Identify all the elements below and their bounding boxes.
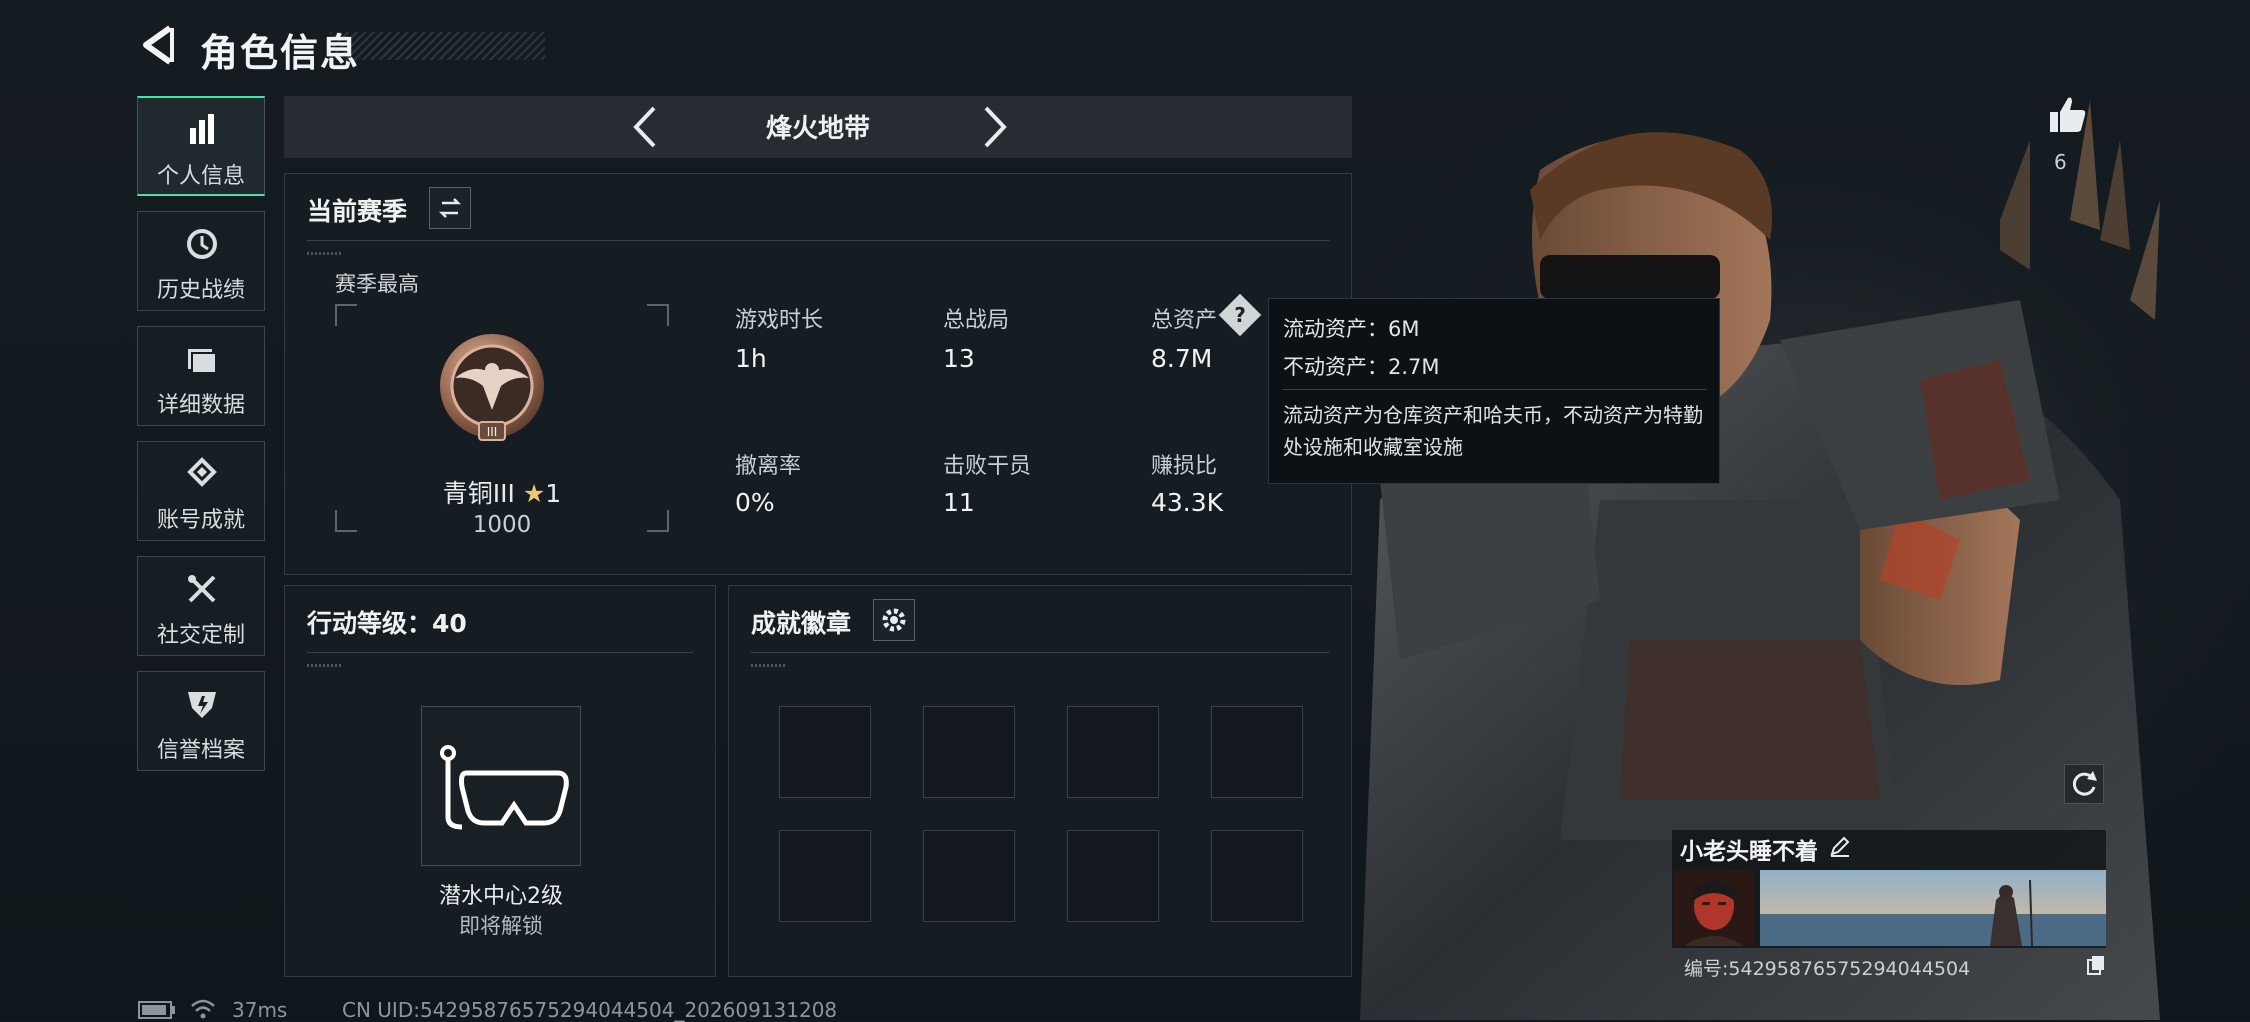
stat-value: 13	[943, 344, 975, 373]
mode-selector: 烽火地带	[284, 96, 1352, 158]
divider	[307, 652, 693, 653]
sidebar-item-reputation[interactable]: 信誉档案	[137, 671, 265, 771]
badge-slot[interactable]	[779, 830, 871, 922]
stat-label: 总战局	[943, 308, 1010, 333]
assets-tooltip: 流动资产：6M 不动资产：2.7M 流动资产为仓库资产和哈夫币，不动资产为特勤处…	[1268, 298, 1720, 484]
title-decoration	[330, 32, 545, 60]
nickname: 小老头睡不着	[1680, 839, 1818, 865]
history-clock-icon	[187, 229, 217, 259]
stat-value: 43.3K	[1151, 488, 1224, 517]
divider-dash	[751, 664, 787, 667]
help-icon-mark: ?	[1234, 303, 1246, 327]
badges-title: 成就徽章	[751, 609, 852, 638]
stat-label: 总资产	[1151, 308, 1218, 333]
stat-value: 1h	[735, 344, 767, 373]
svg-text:III: III	[487, 425, 498, 439]
battery-icon	[138, 1001, 175, 1019]
rank-stars: 1	[545, 479, 562, 508]
gear-icon	[882, 608, 906, 632]
thumbs-up-icon[interactable]	[2046, 92, 2090, 136]
stat-label: 撤离率	[735, 454, 802, 479]
season-title: 当前赛季	[307, 197, 408, 226]
badge-slot[interactable]	[923, 830, 1015, 922]
wifi-icon	[191, 999, 215, 1019]
swap-icon	[438, 198, 462, 218]
tools-icon	[188, 575, 216, 603]
profile-card: 小老头睡不着 编号:542958765752940445​04	[1672, 830, 2106, 980]
rank-points: 1000	[472, 512, 532, 538]
badge-slot[interactable]	[1211, 830, 1303, 922]
chevron-right-icon[interactable]	[972, 104, 1016, 150]
stat-label: 赚损比	[1151, 454, 1218, 479]
sidebar-item-social[interactable]: 社交定制	[137, 556, 265, 656]
sidebar-item-label: 历史战绩	[156, 278, 245, 303]
rank-name: 青铜III	[442, 479, 515, 508]
stat-label: 击败干员	[943, 454, 1032, 479]
sidebar-item-history[interactable]: 历史战绩	[137, 211, 265, 311]
divider	[307, 240, 1329, 241]
sidebar-item-label: 账号成就	[156, 508, 245, 533]
star-icon: ★	[522, 479, 546, 508]
badge-settings-button[interactable]	[873, 599, 915, 641]
sidebar-item-label: 社交定制	[156, 623, 245, 648]
divider-dash	[307, 252, 343, 255]
copy-icon[interactable]	[2086, 954, 2106, 976]
divider-dash	[307, 664, 343, 667]
ping-value: 37ms	[232, 998, 288, 1022]
frame-corner	[647, 304, 669, 326]
unlock-status: 即将解锁	[459, 914, 543, 938]
unlock-name: 潜水中心2级	[439, 884, 563, 909]
sidebar-item-label: 信誉档案	[156, 738, 245, 763]
stat-value: 0%	[735, 488, 775, 517]
badge-slot[interactable]	[1211, 706, 1303, 798]
folder-icon	[188, 349, 217, 374]
refresh-icon	[2072, 771, 2097, 796]
stat-value: 11	[943, 488, 975, 517]
divider	[751, 652, 1329, 653]
season-panel: 当前赛季 赛季最高 III 青铜III ★1 1000 游戏时长 1h 总战局 …	[284, 173, 1352, 575]
diving-mask-icon	[440, 745, 569, 830]
badge-slot[interactable]	[923, 706, 1015, 798]
achievement-icon	[187, 457, 217, 487]
sidebar-item-label: 详细数据	[156, 393, 245, 418]
liquid-assets: 流动资产：6M	[1283, 317, 1420, 341]
action-level-title: 行动等级：40	[307, 609, 467, 638]
badges-panel: 成就徽章	[728, 585, 1352, 977]
bar-chart-icon	[190, 114, 214, 144]
stat-value: 8.7M	[1151, 344, 1213, 373]
unlock-icon-box	[421, 706, 581, 866]
season-best-label: 赛季最高	[335, 272, 419, 296]
uid-text: CN UID:542958765752940445​04_20260913120…	[342, 998, 838, 1022]
action-level-panel: 行动等级：40 潜水中心2级 即将解锁	[284, 585, 716, 977]
shield-badge-icon	[188, 692, 216, 718]
stat-label: 游戏时长	[735, 308, 824, 333]
fixed-assets: 不动资产：2.7M	[1283, 355, 1440, 379]
switch-season-button[interactable]	[429, 187, 471, 229]
assets-description: 流动资产为仓库资产和哈夫币，不动资产为特勤处设施和收藏室设施	[1283, 403, 1703, 459]
profile-banner	[1760, 870, 2106, 946]
sidebar-item-label: 个人信息	[156, 164, 245, 189]
badge-slot[interactable]	[1067, 830, 1159, 922]
player-id: 编号:542958765752940445​04	[1684, 958, 1971, 980]
mode-name: 烽火地带	[765, 114, 870, 144]
badge-slot[interactable]	[1067, 706, 1159, 798]
divider	[1283, 389, 1707, 390]
sidebar-item-details[interactable]: 详细数据	[137, 326, 265, 426]
frame-corner	[335, 304, 357, 326]
badge-slot[interactable]	[779, 706, 871, 798]
back-arrow-icon[interactable]	[138, 24, 180, 66]
refresh-button[interactable]	[2064, 764, 2104, 804]
sidebar-item-achievements[interactable]: 账号成就	[137, 441, 265, 541]
edit-pencil-icon[interactable]	[1828, 834, 1852, 858]
avatar[interactable]	[1674, 870, 1754, 946]
rank-line: 青铜III ★1	[335, 474, 669, 510]
bronze-rank-icon: III	[440, 334, 544, 441]
sidebar-item-personal-info[interactable]: 个人信息	[137, 96, 265, 196]
likes-count: 6	[2054, 150, 2067, 174]
